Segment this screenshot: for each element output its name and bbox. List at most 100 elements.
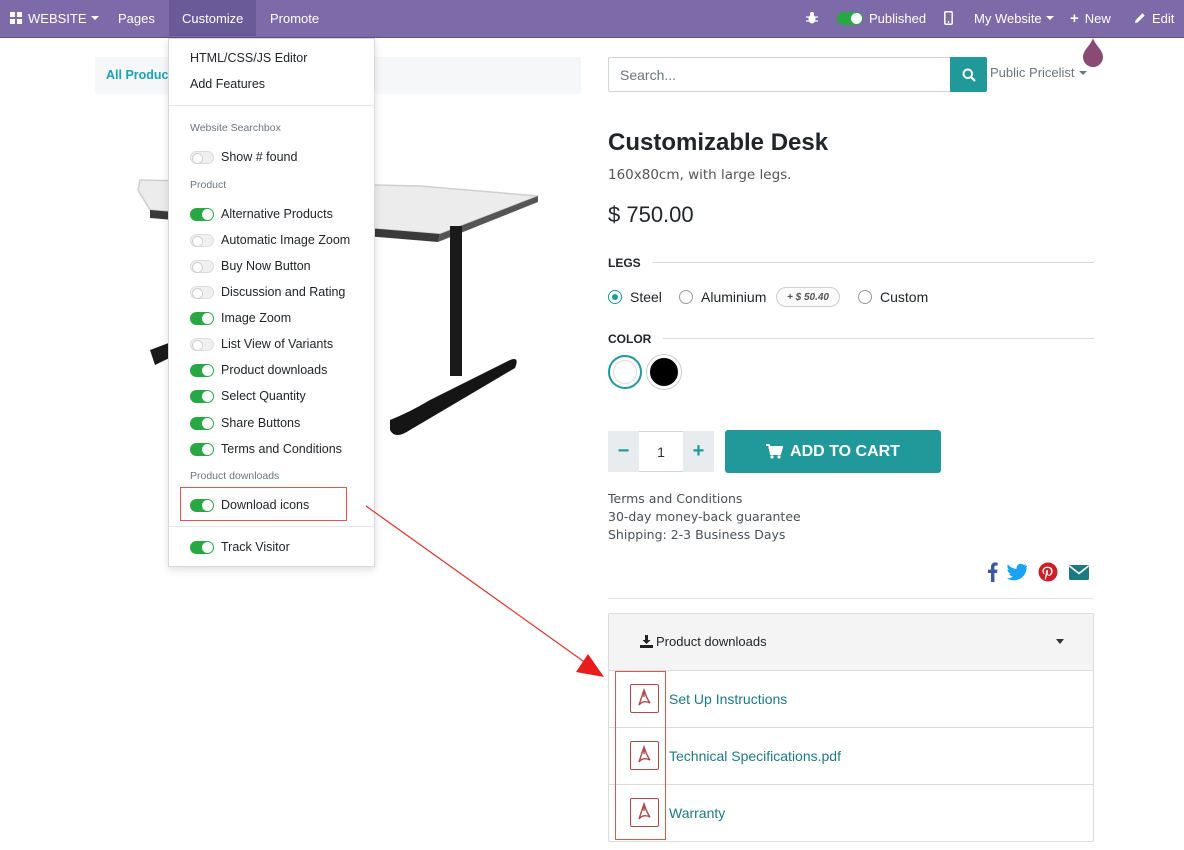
toggle-on-icon xyxy=(190,207,214,221)
customize-menu[interactable]: Customize xyxy=(169,0,257,36)
option-select-quantity[interactable]: Select Quantity xyxy=(190,388,306,404)
breadcrumb-all-products-link[interactable]: All Product xyxy=(106,68,173,82)
quantity-input[interactable]: 1 xyxy=(639,431,683,472)
toggle-on-icon xyxy=(190,416,214,430)
email-icon[interactable] xyxy=(1068,562,1090,582)
toggle-switch-icon xyxy=(837,11,863,25)
toggle-on-icon xyxy=(190,442,214,456)
legs-label: LEGS xyxy=(608,256,641,270)
new-label: New xyxy=(1084,10,1111,26)
menu-divider xyxy=(169,105,374,106)
radio-icon xyxy=(679,290,693,304)
option-label: Terms and Conditions xyxy=(221,442,342,456)
option-label: List View of Variants xyxy=(221,337,334,351)
legs-option-aluminium[interactable]: Aluminium xyxy=(679,289,766,305)
option-track-visitor[interactable]: Track Visitor xyxy=(190,539,290,555)
pinterest-icon[interactable] xyxy=(1037,562,1059,582)
debug-bug-icon[interactable] xyxy=(801,0,823,36)
menu-divider xyxy=(169,526,374,527)
quantity-plus-button[interactable]: + xyxy=(683,431,714,472)
search-input[interactable]: Search... xyxy=(608,57,951,92)
edit-label: Edit xyxy=(1152,10,1175,26)
option-label: Alternative Products xyxy=(221,207,333,221)
download-item[interactable]: Warranty xyxy=(609,785,1093,842)
option-discussion-rating[interactable]: Discussion and Rating xyxy=(190,284,345,300)
price-extra-badge: + $ 50.40 xyxy=(776,287,840,307)
option-share-buttons[interactable]: Share Buttons xyxy=(190,415,300,431)
section-header-product: Product xyxy=(190,179,227,191)
option-label: Track Visitor xyxy=(221,540,290,554)
guarantee-text: 30-day money-back guarantee xyxy=(608,509,801,524)
search-placeholder: Search... xyxy=(620,66,677,83)
terms-link[interactable]: Terms and Conditions xyxy=(608,491,742,506)
legs-option-steel[interactable]: Steel xyxy=(608,289,662,305)
top-navbar: WEBSITE Pages Customize Promote Publishe… xyxy=(0,0,1184,38)
html-css-js-editor-item[interactable]: HTML/CSS/JS Editor xyxy=(190,51,307,65)
website-menu-label: WEBSITE xyxy=(28,10,87,26)
option-buy-now-button[interactable]: Buy Now Button xyxy=(190,258,311,274)
download-item[interactable]: Set Up Instructions xyxy=(609,671,1093,728)
option-show-found[interactable]: Show # found xyxy=(190,149,297,165)
mobile-preview-icon[interactable] xyxy=(940,0,957,36)
download-link[interactable]: Technical Specifications.pdf xyxy=(669,748,841,764)
toggle-off-icon xyxy=(190,285,214,299)
option-automatic-image-zoom[interactable]: Automatic Image Zoom xyxy=(190,232,350,248)
pencil-icon xyxy=(1135,13,1145,23)
quantity-minus-button[interactable]: − xyxy=(608,431,639,472)
toggle-off-icon xyxy=(190,337,214,351)
product-price: $ 750.00 xyxy=(608,202,694,227)
annotation-highlight-download-icons xyxy=(180,487,347,521)
color-swatch-white[interactable] xyxy=(608,355,642,389)
radio-icon xyxy=(858,290,872,304)
plus-icon: + xyxy=(1070,9,1079,27)
download-link[interactable]: Warranty xyxy=(669,805,725,821)
color-swatch-black[interactable] xyxy=(647,355,681,389)
new-button[interactable]: + New xyxy=(1066,0,1115,36)
option-label: Share Buttons xyxy=(221,416,301,430)
pricelist-label: Public Pricelist xyxy=(990,65,1075,80)
my-website-label: My Website xyxy=(974,10,1042,26)
option-product-downloads[interactable]: Product downloads xyxy=(190,362,327,378)
legs-option-custom[interactable]: Custom xyxy=(858,289,928,305)
download-link[interactable]: Set Up Instructions xyxy=(669,691,787,707)
toggle-on-icon xyxy=(190,540,214,554)
droplet-icon xyxy=(1083,38,1103,67)
caret-down-icon xyxy=(1045,16,1054,20)
toggle-on-icon xyxy=(190,311,214,325)
caret-down-icon xyxy=(1078,70,1087,75)
shopping-cart-icon xyxy=(766,444,784,459)
section-header-product-downloads: Product downloads xyxy=(190,470,280,482)
product-downloads-header[interactable]: Product downloads xyxy=(609,614,1093,671)
toggle-on-icon xyxy=(190,389,214,403)
published-toggle[interactable]: Published xyxy=(833,0,930,36)
facebook-icon[interactable] xyxy=(982,562,1004,582)
toggle-off-icon xyxy=(190,233,214,247)
legs-option-label: Steel xyxy=(630,289,662,305)
add-to-cart-button[interactable]: ADD TO CART xyxy=(725,430,941,473)
twitter-icon[interactable] xyxy=(1006,562,1028,582)
pages-menu[interactable]: Pages xyxy=(114,0,159,36)
promote-menu[interactable]: Promote xyxy=(266,0,323,36)
pricelist-dropdown[interactable]: Public Pricelist xyxy=(990,65,1087,80)
my-website-menu[interactable]: My Website xyxy=(970,0,1058,36)
customize-dropdown-menu: HTML/CSS/JS Editor Add Features Website … xyxy=(168,38,375,567)
add-features-item[interactable]: Add Features xyxy=(190,77,265,91)
caret-down-icon xyxy=(1056,639,1064,644)
website-menu[interactable]: WEBSITE xyxy=(6,0,103,36)
option-label: Product downloads xyxy=(221,363,328,377)
option-label: Discussion and Rating xyxy=(221,285,346,299)
option-terms-conditions[interactable]: Terms and Conditions xyxy=(190,441,342,457)
search-button[interactable] xyxy=(950,57,987,92)
download-item[interactable]: Technical Specifications.pdf xyxy=(609,728,1093,785)
section-header-searchbox: Website Searchbox xyxy=(190,122,281,134)
option-image-zoom[interactable]: Image Zoom xyxy=(190,310,291,326)
option-alternative-products[interactable]: Alternative Products xyxy=(190,206,333,222)
toggle-off-icon xyxy=(190,150,214,164)
edit-button[interactable]: Edit xyxy=(1130,0,1178,36)
product-description: 160x80cm, with large legs. xyxy=(608,167,792,183)
option-list-view-variants[interactable]: List View of Variants xyxy=(190,336,333,352)
color-label: COLOR xyxy=(608,332,652,346)
toggle-off-icon xyxy=(190,259,214,273)
add-to-cart-label: ADD TO CART xyxy=(790,442,900,460)
option-label: Image Zoom xyxy=(221,311,292,325)
